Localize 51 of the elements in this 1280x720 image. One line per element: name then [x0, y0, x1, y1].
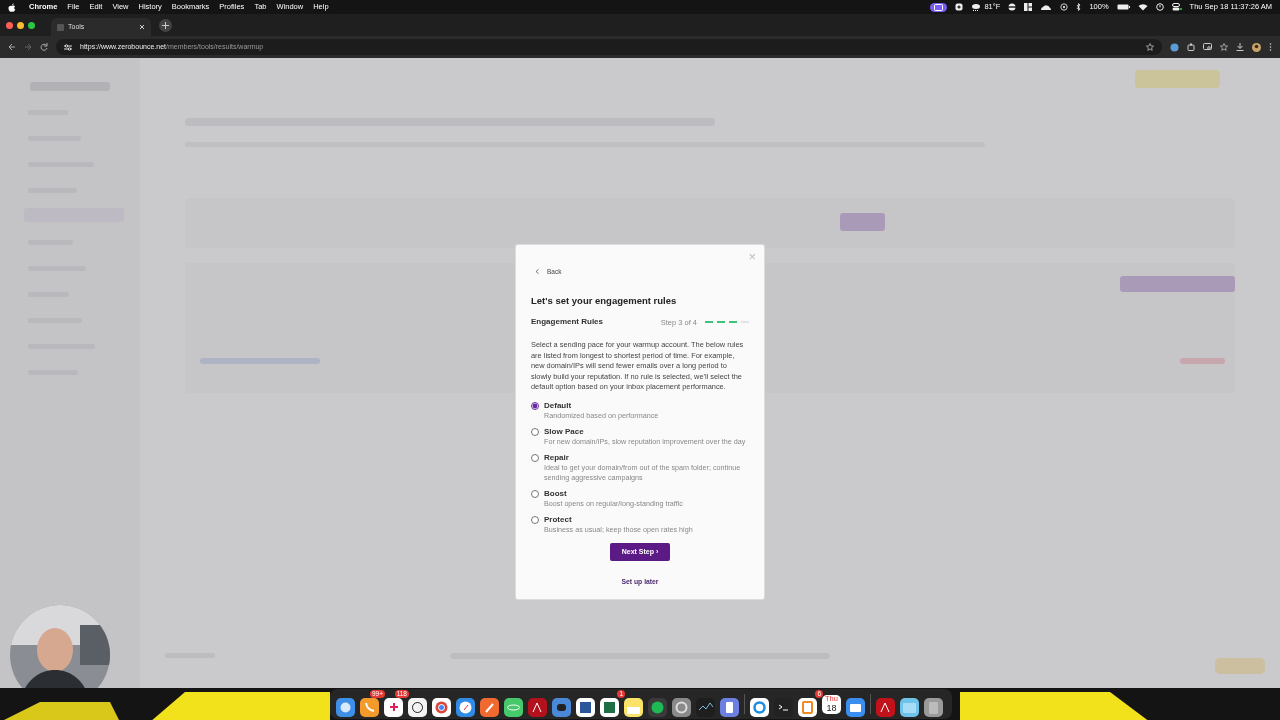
cloud-icon[interactable]	[1040, 4, 1053, 10]
stocks-icon[interactable]	[696, 697, 715, 717]
option-label: Default	[544, 400, 573, 411]
trash-icon[interactable]	[924, 697, 943, 717]
mail-icon[interactable]	[846, 697, 865, 717]
target-icon[interactable]	[1060, 3, 1069, 11]
battery-icon[interactable]	[1116, 4, 1130, 10]
clock-icon[interactable]	[1155, 3, 1164, 11]
more-menu-icon[interactable]	[1269, 43, 1272, 51]
favicon-icon	[57, 23, 64, 31]
back-icon[interactable]	[8, 43, 16, 51]
section-title: Engagement Rules	[531, 316, 603, 329]
folder-icon[interactable]	[900, 697, 919, 717]
wifi-icon[interactable]	[1137, 3, 1148, 11]
apple-logo-icon[interactable]	[8, 2, 16, 12]
radio-button[interactable]	[531, 453, 539, 462]
option-label: Boost	[544, 488, 568, 499]
chevron-left-icon	[535, 269, 539, 274]
close-window-button[interactable]	[6, 21, 13, 29]
zoom-window-button[interactable]	[28, 21, 35, 29]
tab-search-icon[interactable]	[1203, 43, 1212, 51]
forward-icon[interactable]	[24, 43, 32, 51]
bluetooth-icon[interactable]	[1076, 3, 1082, 11]
calendar-day: 18	[826, 702, 837, 713]
option-label: Repair	[544, 452, 570, 463]
camera-icon[interactable]	[955, 3, 964, 11]
status-icon[interactable]	[1008, 3, 1017, 11]
control-center-icon[interactable]	[1171, 3, 1182, 11]
notes-icon[interactable]	[624, 697, 643, 717]
phone-icon[interactable]	[360, 697, 379, 717]
radio-button[interactable]	[531, 489, 539, 498]
option-label: Slow Pace	[544, 426, 585, 437]
close-icon[interactable]	[139, 24, 145, 30]
reload-icon[interactable]	[40, 43, 48, 51]
radio-button[interactable]	[531, 515, 539, 524]
profile-avatar-icon[interactable]	[1252, 42, 1261, 52]
app-icon[interactable]	[798, 697, 817, 717]
radio-button[interactable]	[531, 427, 539, 436]
extension-icon[interactable]	[1170, 42, 1179, 52]
option-label: Protect	[544, 514, 573, 525]
bookmark-star-icon[interactable]	[1146, 43, 1154, 51]
screen-record-icon[interactable]	[930, 2, 948, 12]
site-settings-icon[interactable]	[64, 43, 72, 51]
pen-icon[interactable]	[480, 697, 499, 717]
grid-icon[interactable]	[1024, 3, 1033, 11]
download-icon[interactable]	[1236, 43, 1244, 51]
star-icon[interactable]	[1220, 43, 1228, 51]
modal-title: Let's set your engagement rules	[531, 294, 678, 308]
radio-button[interactable]	[531, 401, 539, 410]
minimize-window-button[interactable]	[17, 21, 24, 29]
cloud-icon	[971, 3, 981, 11]
